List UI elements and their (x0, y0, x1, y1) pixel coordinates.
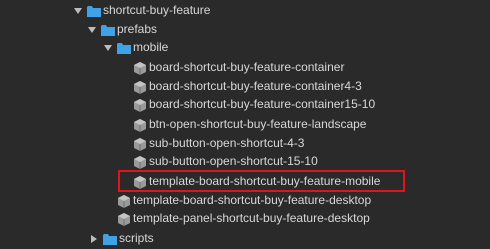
prefab-cube-icon (117, 212, 131, 226)
tree-item-prefab[interactable]: board-shortcut-buy-feature-container (133, 58, 344, 77)
tree-item-label: sub-button-open-shortcut-15-10 (149, 154, 318, 168)
folder-icon (103, 233, 117, 245)
tree-item-prefab[interactable]: board-shortcut-buy-feature-container15-1… (133, 95, 375, 114)
prefab-cube-icon (133, 118, 147, 132)
prefab-cube-icon (133, 80, 147, 94)
tree-item-label: sub-button-open-shortcut-4-3 (149, 136, 305, 150)
chevron-down-icon[interactable] (87, 25, 97, 35)
folder-icon (87, 5, 101, 17)
tree-item-prefab[interactable]: btn-open-shortcut-buy-feature-landscape (133, 115, 366, 134)
prefab-cube-icon (133, 137, 147, 151)
tree-item-scripts[interactable]: scripts (89, 229, 154, 248)
asset-tree-panel: shortcut-buy-feature prefabs mobile boar… (0, 0, 490, 249)
tree-item-prefab[interactable]: board-shortcut-buy-feature-container4-3 (133, 77, 362, 96)
tree-item-label: board-shortcut-buy-feature-container4-3 (149, 79, 362, 93)
folder-icon (101, 24, 115, 36)
prefab-cube-icon (133, 61, 147, 75)
tree-item-label: shortcut-buy-feature (103, 3, 211, 17)
highlight-box (118, 170, 405, 192)
tree-item-label: scripts (119, 231, 154, 245)
prefab-cube-icon (133, 98, 147, 112)
prefab-cube-icon (117, 194, 131, 208)
tree-item-label: board-shortcut-buy-feature-container (149, 60, 345, 74)
chevron-right-icon[interactable] (89, 234, 99, 244)
prefab-cube-icon (133, 155, 147, 169)
folder-icon (117, 42, 131, 54)
chevron-down-icon[interactable] (73, 6, 83, 16)
tree-item-prefab[interactable]: sub-button-open-shortcut-4-3 (133, 134, 304, 153)
tree-item-label: board-shortcut-buy-feature-container15-1… (149, 97, 376, 111)
tree-item-shortcut-buy-feature[interactable]: shortcut-buy-feature (73, 1, 210, 20)
tree-item-prefab[interactable]: template-board-shortcut-buy-feature-desk… (117, 191, 371, 210)
tree-item-label: template-board-shortcut-buy-feature-desk… (133, 193, 372, 207)
tree-item-prefab[interactable]: sub-button-open-shortcut-15-10 (133, 152, 318, 171)
tree-item-label: mobile (133, 40, 169, 54)
tree-item-mobile[interactable]: mobile (103, 38, 168, 57)
tree-item-label: btn-open-shortcut-buy-feature-landscape (149, 117, 367, 131)
tree-item-prefab[interactable]: template-panel-shortcut-buy-feature-desk… (117, 209, 370, 228)
tree-item-prefabs[interactable]: prefabs (87, 20, 157, 39)
chevron-down-icon[interactable] (103, 43, 113, 53)
tree-item-label: prefabs (117, 22, 158, 36)
tree-item-label: template-panel-shortcut-buy-feature-desk… (133, 211, 370, 225)
